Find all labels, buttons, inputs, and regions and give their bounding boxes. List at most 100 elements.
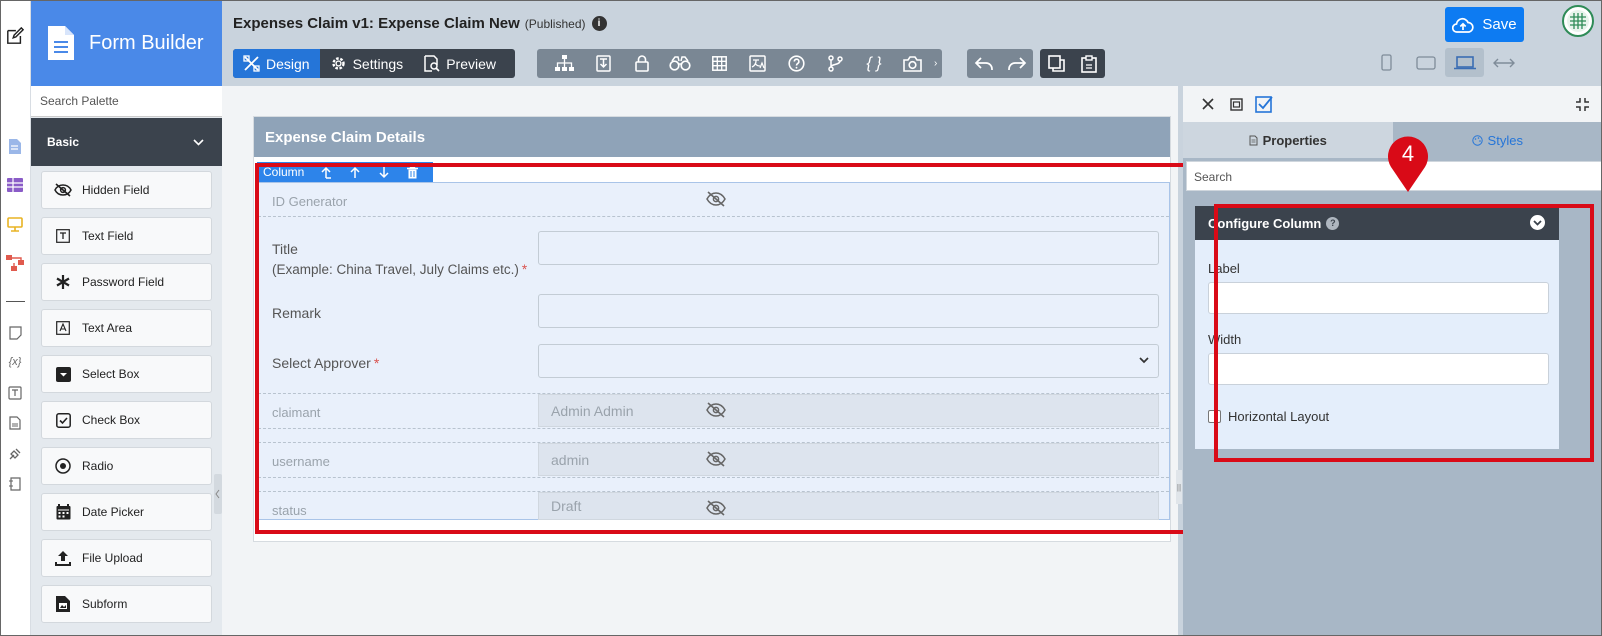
builder-icon[interactable] [6,475,24,493]
toolbar-more-icon[interactable]: › [934,58,942,69]
undo-icon[interactable] [974,56,994,72]
device-switcher [1367,48,1523,77]
brand-header: Form Builder [31,0,222,86]
edit-icon[interactable] [6,26,24,45]
upload-icon [54,549,72,567]
palette-item-label: Text Field [82,229,134,243]
save-button[interactable]: Save [1445,7,1524,42]
palette-icon [1471,134,1483,146]
plugin-icon[interactable] [6,445,24,463]
save-button-label: Save [1482,16,1517,33]
chevron-down-icon [193,138,204,146]
gear-icon [330,55,353,72]
tab-design[interactable]: Design [233,49,320,78]
document-icon[interactable] [6,414,24,432]
process-icon[interactable] [6,254,24,272]
paste-icon[interactable] [1081,54,1097,73]
tree-structure-icon[interactable] [545,49,584,78]
tab-preview[interactable]: Preview [413,49,506,78]
palette-item-file-upload[interactable]: File Upload [41,539,212,577]
panel-resize-handle[interactable]: || [1176,470,1182,504]
close-icon[interactable] [1194,94,1222,114]
copy-icon[interactable] [1048,55,1065,72]
builder-header: Expenses Claim v1: Expense Claim New (Pu… [222,0,1602,86]
config-highlight [1214,204,1594,462]
palette-item-label: Radio [82,459,114,473]
import-icon[interactable] [584,49,623,78]
palette-item-label: File Upload [82,551,143,565]
preview-document-icon [423,55,446,72]
palette-item-text-field[interactable]: Text Field [41,217,212,255]
tab-properties-label: Properties [1262,132,1327,148]
palette-item-label: Subform [82,597,128,611]
compress-icon[interactable] [1568,94,1596,114]
step-callout-marker: 4 [1385,133,1431,193]
laptop-icon[interactable] [1445,48,1484,77]
checkbox-icon [54,411,72,429]
form-title: Expenses Claim v1: Expense Claim New [233,15,520,32]
redo-icon[interactable] [1007,56,1027,72]
palette-search-input[interactable]: Search Palette [31,86,222,117]
info-icon[interactable]: i [591,16,607,31]
lock-icon[interactable] [622,49,661,78]
tab-styles-label: Styles [1487,132,1523,148]
tab-settings[interactable]: Settings [320,49,414,78]
palette-item-label: Date Picker [82,505,145,519]
rail-divider [6,301,25,302]
palette-item-select-box[interactable]: Select Box [41,355,212,393]
file-icon [1249,135,1258,146]
select-box-icon [54,365,72,383]
palette-item-subform[interactable]: Subform [41,585,212,623]
properties-toolbar [1183,86,1602,122]
palette-item-radio[interactable]: Radio [41,447,212,485]
palette-item-text-area[interactable]: Text Area [41,309,212,347]
page-title: Expenses Claim v1: Expense Claim New (Pu… [233,15,607,32]
avatar[interactable] [1562,5,1594,37]
cloud-upload-icon [1452,17,1482,33]
palette-item-check-box[interactable]: Check Box [41,401,212,439]
design-tools-icon [243,55,266,72]
table-icon[interactable] [700,49,739,78]
camera-icon[interactable] [893,49,932,78]
tab-properties[interactable]: Properties [1183,122,1393,158]
help-circle-icon[interactable] [777,49,816,78]
tab-design-label: Design [266,55,310,72]
variable-icon[interactable]: {x} [6,353,24,371]
apply-check-icon[interactable] [1250,94,1278,114]
tablet-icon[interactable] [1406,48,1445,77]
palette-item-hidden-field[interactable]: Hidden Field [41,171,212,209]
text-field-icon [54,227,72,245]
subform-icon [54,595,72,613]
form-icon[interactable] [6,137,24,155]
palette-group-basic[interactable]: Basic [31,118,222,166]
note-icon[interactable] [6,324,24,342]
palette-item-label: Select Box [82,367,140,381]
column-highlight [255,163,1201,534]
tab-settings-label: Settings [352,55,404,72]
palette-item-date-picker[interactable]: Date Picker [41,493,212,531]
translate-icon[interactable] [6,384,24,402]
asterisk-icon [54,273,72,291]
datalist-icon[interactable] [6,176,24,194]
window-icon[interactable] [1222,94,1250,114]
userview-icon[interactable] [6,215,24,233]
phone-icon[interactable] [1367,48,1406,77]
language-icon[interactable] [739,49,778,78]
code-braces-icon[interactable]: { } [855,49,894,78]
branch-icon[interactable] [816,49,855,78]
palette-item-password-field[interactable]: Password Field [41,263,212,301]
palette-item-label: Text Area [82,321,133,335]
radio-icon [54,457,72,475]
palette-item-label: Check Box [82,413,141,427]
form-builder-logo-icon [47,25,75,61]
binoculars-icon[interactable] [661,49,700,78]
tab-preview-label: Preview [446,55,496,72]
eye-slash-icon [54,181,72,199]
palette-collapse-handle[interactable] [214,474,222,514]
icon-rail: {x} [0,0,31,636]
clipboard-toolbar [1040,49,1105,78]
callout-number: 4 [1402,141,1414,166]
palette-item-label: Password Field [82,275,165,289]
expand-horizontal-icon[interactable] [1484,48,1523,77]
field-palette: Form Builder Search Palette Basic Hidden… [31,0,222,636]
